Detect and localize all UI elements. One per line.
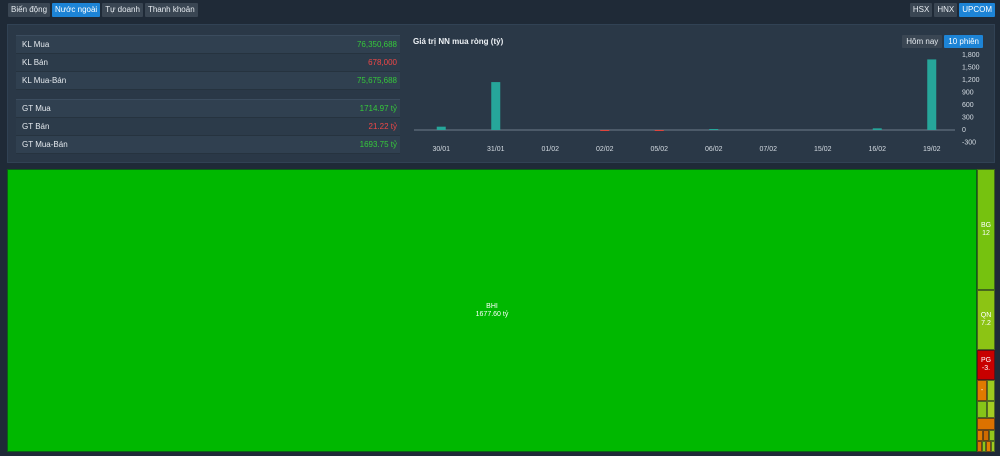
treemap-cell-code: -: [980, 386, 984, 394]
treemap-cell-code: PG: [980, 357, 992, 364]
treemap-cell-value: 12: [982, 229, 990, 237]
treemap-cell-small[interactable]: [977, 418, 995, 430]
row-label: KL Bán: [22, 58, 48, 67]
chart-bar[interactable]: [709, 129, 719, 130]
x-tick-label: 01/02: [541, 146, 559, 153]
treemap-cell-bhi[interactable]: BHI 1677.60 tỷ: [7, 169, 977, 452]
y-tick-label: 1,800: [962, 52, 980, 59]
summary-table: KL Mua 76,350,688 KL Bán 678,000 KL Mua-…: [16, 35, 400, 154]
chart-title: Giá trị NN mua ròng (tỷ): [413, 37, 504, 46]
view-tabs: Biến động Nước ngoài Tự doanh Thanh khoả…: [8, 3, 198, 17]
y-tick-label: 300: [962, 114, 974, 121]
row-value: 1714.97 tỷ: [359, 104, 397, 113]
x-tick-label: 05/02: [650, 146, 668, 153]
row-kl-mua: KL Mua 76,350,688: [16, 36, 400, 54]
treemap-cell-code: QN: [980, 312, 992, 319]
row-label: GT Bán: [22, 122, 50, 131]
x-tick-label: 07/02: [759, 146, 777, 153]
range-10-sessions-button[interactable]: 10 phiên: [944, 35, 983, 48]
y-tick-label: 0: [962, 127, 966, 134]
exchange-hnx-button[interactable]: HNX: [934, 3, 958, 17]
row-value: 678,000: [368, 58, 397, 67]
chart-bar[interactable]: [927, 59, 937, 130]
tab-bien-dong[interactable]: Biến động: [8, 3, 51, 17]
row-gt-mua: GT Mua 1714.97 tỷ: [16, 100, 400, 118]
treemap-cell-small-labeled[interactable]: -: [977, 380, 987, 401]
x-tick-label: 31/01: [487, 146, 505, 153]
x-tick-label: 16/02: [868, 146, 886, 153]
treemap-cell-value: 1677.60 tỷ: [475, 310, 509, 318]
tab-nuoc-ngoai[interactable]: Nước ngoài: [52, 3, 101, 17]
row-value: 1693.75 tỷ: [359, 140, 397, 149]
row-label: KL Mua-Bán: [22, 76, 67, 85]
treemap-cell-label: PG -3.: [978, 351, 994, 379]
treemap-cell-small[interactable]: [989, 430, 995, 441]
volume-group: KL Mua 76,350,688 KL Bán 678,000 KL Mua-…: [16, 35, 400, 90]
treemap-cell-label: QN 7.2: [978, 291, 994, 349]
y-tick-label: -300: [962, 139, 976, 146]
exchange-tabs: HSX HNX UPCOM: [909, 3, 995, 17]
row-gt-ban: GT Bán 21.22 tỷ: [16, 118, 400, 136]
row-value: 21.22 tỷ: [368, 122, 397, 131]
row-kl-mua-ban: KL Mua-Bán 75,675,688: [16, 72, 400, 90]
x-tick-label: 19/02: [923, 146, 941, 153]
foreign-trading-panel: KL Mua 76,350,688 KL Bán 678,000 KL Mua-…: [7, 24, 995, 163]
range-today-button[interactable]: Hôm nay: [902, 35, 943, 48]
treemap-cell-bg[interactable]: BG 12: [977, 169, 995, 290]
treemap-cell-small[interactable]: [987, 380, 995, 401]
row-value: 76,350,688: [356, 40, 397, 49]
row-label: GT Mua-Bán: [22, 140, 68, 149]
treemap-cell-code: BHI: [486, 302, 498, 310]
treemap-cell-label: -: [978, 381, 986, 400]
range-toggle: Hôm nay 10 phiên: [902, 35, 983, 48]
treemap-cell-value: -3.: [981, 365, 991, 372]
tab-tu-doanh[interactable]: Tự doanh: [102, 3, 143, 17]
treemap-cell-small[interactable]: [987, 401, 995, 418]
exchange-hsx-button[interactable]: HSX: [909, 3, 933, 17]
y-tick-label: 1,200: [962, 77, 980, 84]
net-buy-bar-chart: 1,800 1,500 1,200 900 600 300 0 -300 30/01 31/01 0…: [414, 52, 980, 153]
row-label: GT Mua: [22, 104, 51, 113]
x-tick-label: 02/02: [596, 146, 614, 153]
chart-bar[interactable]: [600, 130, 610, 131]
row-gt-mua-ban: GT Mua-Bán 1693.75 tỷ: [16, 136, 400, 154]
top-bar: Biến động Nước ngoài Tự doanh Thanh khoả…: [0, 0, 1000, 21]
x-tick-label: 06/02: [705, 146, 723, 153]
y-tick-label: 900: [962, 89, 974, 96]
chart-bar[interactable]: [436, 126, 446, 130]
net-buy-treemap: BHI 1677.60 tỷ BG 12 QN 7.2 PG -3. -: [7, 169, 995, 452]
treemap-cell-small[interactable]: [977, 401, 987, 418]
exchange-upcom-button[interactable]: UPCOM: [959, 3, 995, 17]
chart-bar[interactable]: [654, 130, 664, 131]
chart-bar[interactable]: [491, 82, 501, 130]
row-value: 75,675,688: [356, 76, 397, 85]
chart-bar[interactable]: [872, 128, 882, 130]
treemap-cell-value: 7.2: [981, 320, 991, 327]
tab-thanh-khoan[interactable]: Thanh khoản: [144, 3, 198, 17]
row-kl-ban: KL Bán 678,000: [16, 54, 400, 72]
treemap-cell-small[interactable]: [991, 441, 995, 452]
x-tick-label: 30/01: [432, 146, 450, 153]
x-tick-label: 15/02: [814, 146, 832, 153]
y-tick-label: 600: [962, 102, 974, 109]
treemap-cell-code: BG: [980, 221, 992, 229]
treemap-cell-pg[interactable]: PG -3.: [977, 350, 995, 380]
value-group: GT Mua 1714.97 tỷ GT Bán 21.22 tỷ GT Mua…: [16, 99, 400, 154]
y-tick-label: 1,500: [962, 64, 980, 71]
treemap-cell-label: BG 12: [978, 170, 994, 289]
row-label: KL Mua: [22, 40, 50, 49]
treemap-cell-label: BHI 1677.60 tỷ: [8, 170, 976, 451]
treemap-cell-qn[interactable]: QN 7.2: [977, 290, 995, 350]
